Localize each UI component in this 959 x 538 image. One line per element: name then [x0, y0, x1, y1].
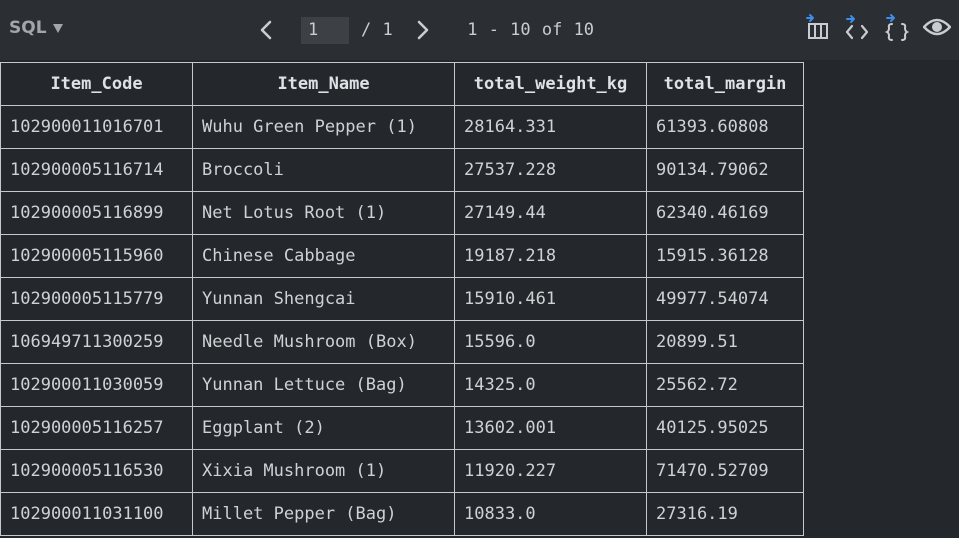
cell-item-code[interactable]: 102900005115779	[0, 277, 193, 321]
cell-item-name[interactable]: Xixia Mushroom (1)	[192, 449, 455, 493]
column-header-total-margin[interactable]: total_margin	[646, 62, 804, 106]
results-table: Item_Code Item_Name total_weight_kg tota…	[0, 62, 804, 536]
cell-item-name[interactable]: Yunnan Shengcai	[192, 277, 455, 321]
cell-total-margin[interactable]: 40125.95025	[646, 406, 804, 450]
view-tools	[803, 12, 951, 42]
table-row: 102900005116530 Xixia Mushroom (1) 11920.2…	[0, 449, 804, 493]
cell-total-margin[interactable]: 20899.51	[646, 320, 804, 364]
cell-item-name[interactable]: Needle Mushroom (Box)	[192, 320, 455, 364]
table-row: 106949711300259 Needle Mushroom (Box) 1559…	[0, 320, 804, 364]
cell-item-code[interactable]: 106949711300259	[0, 320, 193, 364]
cell-total-weight-kg[interactable]: 14325.0	[454, 363, 647, 407]
cell-item-name[interactable]: Yunnan Lettuce (Bag)	[192, 363, 455, 407]
cell-total-weight-kg[interactable]: 27537.228	[454, 148, 647, 192]
sql-mode-dropdown[interactable]: SQL	[9, 18, 63, 38]
cell-total-weight-kg[interactable]: 11920.227	[454, 449, 647, 493]
cell-total-margin[interactable]: 62340.46169	[646, 191, 804, 235]
pagination: / 1 1 - 10 of 10	[258, 16, 594, 44]
cell-item-name[interactable]: Net Lotus Root (1)	[192, 191, 455, 235]
cell-total-margin[interactable]: 49977.54074	[646, 277, 804, 321]
cell-item-name[interactable]: Eggplant (2)	[192, 406, 455, 450]
cell-total-weight-kg[interactable]: 13602.001	[454, 406, 647, 450]
table-row: 102900005115779 Yunnan Shengcai 15910.461 4…	[0, 277, 804, 321]
table-row: 102900011016701 Wuhu Green Pepper (1) 2816…	[0, 105, 804, 149]
header-row: Item_Code Item_Name total_weight_kg tota…	[0, 62, 804, 106]
sql-mode-label: SQL	[9, 18, 47, 38]
cell-item-code[interactable]: 102900011031100	[0, 492, 193, 536]
column-header-item-name[interactable]: Item_Name	[192, 62, 455, 106]
cell-item-code[interactable]: 102900005115960	[0, 234, 193, 278]
table-row: 102900005116714 Broccoli 27537.228 90134.79…	[0, 148, 804, 192]
cell-item-code[interactable]: 102900011016701	[0, 105, 193, 149]
results-toolbar: SQL / 1 1 - 10 of 10	[0, 0, 959, 60]
cell-item-code[interactable]: 102900011030059	[0, 363, 193, 407]
cell-total-margin[interactable]: 90134.79062	[646, 148, 804, 192]
cell-item-name[interactable]: Wuhu Green Pepper (1)	[192, 105, 455, 149]
cell-total-margin[interactable]: 27316.19	[646, 492, 804, 536]
export-columns-icon[interactable]	[803, 12, 831, 42]
table-row: 102900005116257 Eggplant (2) 13602.001 4012…	[0, 406, 804, 450]
table-row: 102900011031100 Millet Pepper (Bag) 10833.…	[0, 492, 804, 536]
table-row: 102900005115960 Chinese Cabbage 19187.218 1…	[0, 234, 804, 278]
cell-total-weight-kg[interactable]: 28164.331	[454, 105, 647, 149]
json-view-icon[interactable]	[883, 12, 911, 42]
cell-item-code[interactable]: 102900005116714	[0, 148, 193, 192]
code-view-icon[interactable]	[843, 12, 871, 42]
cell-item-code[interactable]: 102900005116530	[0, 449, 193, 493]
row-range-text: 1 - 10 of 10	[467, 20, 595, 40]
cell-item-name[interactable]: Broccoli	[192, 148, 455, 192]
cell-total-weight-kg[interactable]: 15910.461	[454, 277, 647, 321]
column-header-item-code[interactable]: Item_Code	[0, 62, 193, 106]
cell-total-margin[interactable]: 61393.60808	[646, 105, 804, 149]
cell-item-name[interactable]: Millet Pepper (Bag)	[192, 492, 455, 536]
caret-down-icon	[52, 23, 63, 33]
preview-eye-icon[interactable]	[923, 12, 951, 42]
table-row: 102900005116899 Net Lotus Root (1) 27149.4…	[0, 191, 804, 235]
page-total: / 1	[361, 20, 394, 40]
page-number-input[interactable]	[301, 16, 349, 44]
column-header-total-weight-kg[interactable]: total_weight_kg	[454, 62, 647, 106]
chevron-right-icon[interactable]	[415, 18, 431, 42]
cell-total-margin[interactable]: 25562.72	[646, 363, 804, 407]
cell-item-name[interactable]: Chinese Cabbage	[192, 234, 455, 278]
table-row: 102900011030059 Yunnan Lettuce (Bag) 14325…	[0, 363, 804, 407]
cell-total-weight-kg[interactable]: 19187.218	[454, 234, 647, 278]
cell-total-weight-kg[interactable]: 27149.44	[454, 191, 647, 235]
cell-total-weight-kg[interactable]: 15596.0	[454, 320, 647, 364]
chevron-left-icon[interactable]	[258, 18, 274, 42]
cell-total-margin[interactable]: 15915.36128	[646, 234, 804, 278]
cell-item-code[interactable]: 102900005116899	[0, 191, 193, 235]
cell-item-code[interactable]: 102900005116257	[0, 406, 193, 450]
cell-total-weight-kg[interactable]: 10833.0	[454, 492, 647, 536]
cell-total-margin[interactable]: 71470.52709	[646, 449, 804, 493]
